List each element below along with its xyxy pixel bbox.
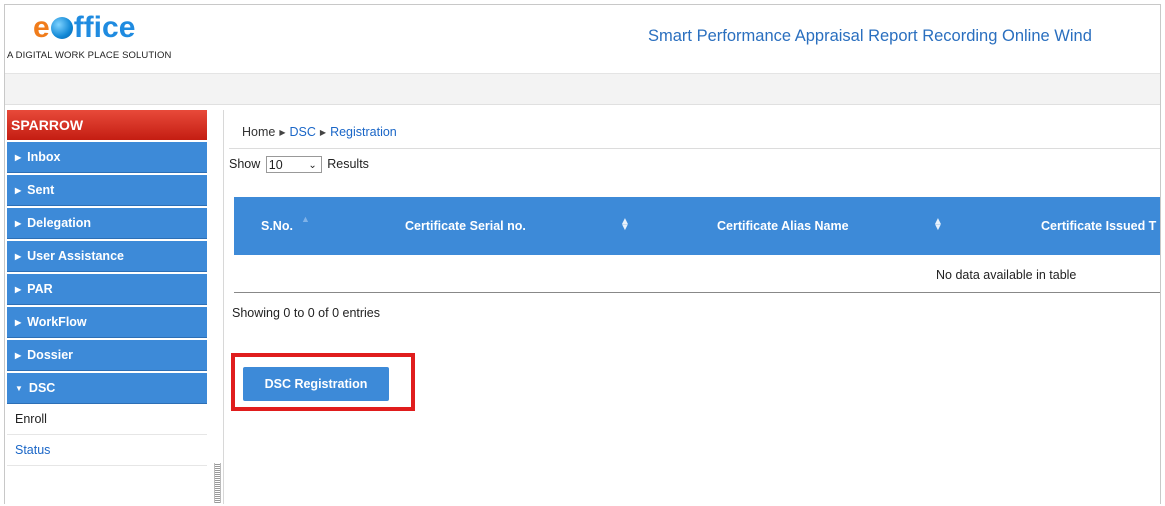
column-header-issued[interactable]: Certificate Issued T xyxy=(1041,219,1156,233)
caret-right-icon: ▶ xyxy=(15,153,22,162)
breadcrumb-divider xyxy=(229,148,1160,149)
sidebar-item-dossier[interactable]: ▶ Dossier xyxy=(7,340,207,371)
table-info: Showing 0 to 0 of 0 entries xyxy=(232,306,381,320)
column-header-sno[interactable]: S.No. xyxy=(261,219,293,233)
sidebar: SPARROW ▶ Inbox ▶ Sent ▶ Delegation ▶ User A… xyxy=(7,110,207,504)
sidebar-item-sent[interactable]: ▶ Sent xyxy=(7,175,207,206)
main-content: Home ▶ DSC ▶ Registration Show 10 ⌄ Results S… xyxy=(229,110,1160,504)
sidebar-subitem-enroll[interactable]: Enroll xyxy=(7,404,207,435)
caret-right-icon: ▶ xyxy=(15,285,22,294)
sidebar-item-inbox[interactable]: ▶ Inbox xyxy=(7,142,207,173)
eoffice-logo[interactable]: e ffice xyxy=(33,11,135,45)
breadcrumb-separator-icon: ▶ xyxy=(319,128,327,137)
sidebar-item-workflow[interactable]: ▶ WorkFlow xyxy=(7,307,207,338)
dsc-registration-button[interactable]: DSC Registration xyxy=(243,367,389,401)
caret-right-icon: ▶ xyxy=(15,219,22,228)
table-header: S.No. ▲ Certificate Serial no. ▲ ▼ Certif… xyxy=(234,197,1160,255)
page-size-control: Show 10 ⌄ Results xyxy=(229,156,369,173)
breadcrumb-dsc[interactable]: DSC xyxy=(290,125,316,139)
column-header-serial[interactable]: Certificate Serial no. xyxy=(405,219,526,233)
table-body: No data available in table xyxy=(234,256,1160,293)
panel-divider xyxy=(223,110,224,504)
sidebar-item-user-assistance[interactable]: ▶ User Assistance xyxy=(7,241,207,272)
sidebar-brand: SPARROW xyxy=(7,110,207,140)
sidebar-item-delegation[interactable]: ▶ Delegation xyxy=(7,208,207,239)
caret-right-icon: ▶ xyxy=(15,186,22,195)
sidebar-item-dsc[interactable]: ▼ DSC xyxy=(7,373,207,404)
page-size-select[interactable]: 10 ⌄ xyxy=(265,156,322,173)
header: e ffice A DIGITAL WORK PLACE SOLUTION Sma… xyxy=(5,5,1160,74)
caret-right-icon: ▶ xyxy=(15,351,22,360)
sidebar-item-par[interactable]: ▶ PAR xyxy=(7,274,207,305)
app-title: Smart Performance Appraisal Report Recor… xyxy=(648,27,1092,45)
sidebar-subitem-status[interactable]: Status xyxy=(7,435,207,466)
breadcrumb-registration[interactable]: Registration xyxy=(330,125,397,139)
sort-ascending-icon[interactable]: ▲ xyxy=(301,215,310,224)
breadcrumb-separator-icon: ▶ xyxy=(279,128,286,137)
caret-down-icon: ▼ xyxy=(15,384,23,393)
app-window: e ffice A DIGITAL WORK PLACE SOLUTION Sma… xyxy=(4,4,1161,504)
resize-handle[interactable] xyxy=(214,463,221,503)
caret-right-icon: ▶ xyxy=(15,318,22,327)
empty-table-message: No data available in table xyxy=(936,268,1077,282)
logo-tagline: A DIGITAL WORK PLACE SOLUTION xyxy=(7,50,172,61)
globe-icon xyxy=(50,17,73,39)
caret-right-icon: ▶ xyxy=(15,252,22,261)
breadcrumb-home[interactable]: Home xyxy=(242,125,275,139)
sort-icon[interactable]: ▲ ▼ xyxy=(933,217,943,233)
breadcrumb: Home ▶ DSC ▶ Registration xyxy=(242,125,397,139)
sort-icon[interactable]: ▲ ▼ xyxy=(620,217,630,233)
header-subbar xyxy=(5,74,1160,105)
column-header-alias[interactable]: Certificate Alias Name xyxy=(717,219,849,233)
chevron-down-icon: ⌄ xyxy=(308,160,317,171)
